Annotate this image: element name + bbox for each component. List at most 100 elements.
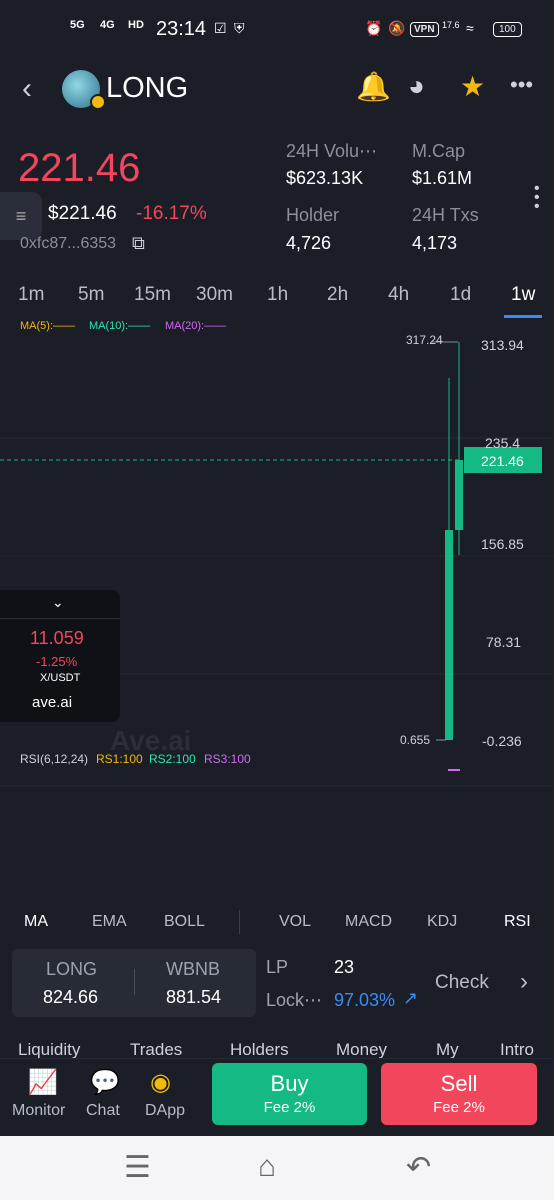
tf-1h[interactable]: 1h bbox=[267, 284, 288, 306]
holder-value: 4,726 bbox=[286, 233, 332, 253]
widget-change: -1.25% bbox=[36, 654, 78, 669]
tf-2h[interactable]: 2h bbox=[327, 284, 348, 306]
token-title: LONG bbox=[106, 72, 189, 104]
pool-separator bbox=[134, 969, 135, 995]
tf-4h[interactable]: 4h bbox=[388, 284, 409, 306]
widget-price: 11.059 bbox=[30, 628, 84, 648]
widget-brand: ave.ai bbox=[32, 694, 73, 711]
candle-1-body bbox=[445, 530, 453, 740]
external-link-icon[interactable]: ↗ bbox=[403, 988, 418, 1009]
alarm-icon: ⏰ bbox=[365, 20, 383, 36]
tab-intro[interactable]: Intro bbox=[500, 1040, 534, 1060]
vpn-badge: VPN bbox=[410, 22, 439, 37]
tf-15m[interactable]: 15m bbox=[134, 284, 171, 306]
sell-fee: Fee 2% bbox=[433, 1099, 485, 1116]
back-chevron-icon[interactable]: ‹ bbox=[22, 72, 32, 106]
ma5-legend: MA(5):—— bbox=[20, 320, 75, 332]
mcap-label: M.Cap bbox=[412, 141, 466, 161]
lock-value[interactable]: 97.03% bbox=[334, 990, 395, 1011]
divider bbox=[0, 618, 120, 619]
tab-my[interactable]: My bbox=[436, 1040, 459, 1060]
indicator-separator bbox=[239, 910, 240, 934]
recents-icon[interactable]: ☰ bbox=[124, 1150, 151, 1185]
dapp-button[interactable]: DApp bbox=[145, 1102, 185, 1120]
candle-2-body bbox=[455, 460, 463, 530]
holder-label: Holder bbox=[286, 205, 340, 225]
sell-label: Sell bbox=[440, 1071, 478, 1096]
rs1-legend: RS1:100 bbox=[96, 752, 143, 766]
ind-ema[interactable]: EMA bbox=[92, 913, 127, 931]
ind-ma[interactable]: MA bbox=[24, 913, 48, 931]
y-tick: 235.4 bbox=[485, 435, 521, 451]
ind-kdj[interactable]: KDJ bbox=[427, 913, 457, 931]
pancakeswap-icon[interactable]: ◉ bbox=[150, 1068, 171, 1097]
chat-button[interactable]: Chat bbox=[86, 1102, 120, 1120]
tf-1w[interactable]: 1w bbox=[511, 284, 535, 306]
tab-money[interactable]: Money bbox=[336, 1040, 387, 1060]
ma20-legend: MA(20):—— bbox=[165, 320, 227, 332]
monitor-icon[interactable]: 📈 bbox=[28, 1068, 58, 1097]
speedometer-icon[interactable]: ◕ bbox=[408, 70, 425, 102]
sell-button[interactable]: Sell Fee 2% bbox=[381, 1063, 537, 1125]
mcap-value: $1.61M bbox=[412, 168, 473, 188]
ind-vol[interactable]: VOL bbox=[279, 913, 311, 931]
pool-token-b: WBNB bbox=[166, 959, 220, 979]
contract-address: 0xfc87...6353 bbox=[20, 235, 117, 252]
stats-more-icon[interactable]: • • • bbox=[534, 181, 540, 215]
tf-1d[interactable]: 1d bbox=[450, 284, 471, 306]
current-price: 221.46 bbox=[18, 146, 141, 190]
lock-label: Lock⋯ bbox=[266, 990, 323, 1010]
usd-price: $221.46 bbox=[48, 203, 117, 224]
tab-holders[interactable]: Holders bbox=[230, 1040, 289, 1060]
system-nav-bar: ☰ ⌂ ↶ bbox=[0, 1136, 554, 1200]
widget-pair: X/USDT bbox=[40, 672, 81, 684]
volume-label: 24H Volu⋯ bbox=[286, 141, 378, 161]
net-5g-indicator: 5G bbox=[70, 19, 85, 31]
more-icon[interactable]: ••• bbox=[510, 72, 533, 98]
pool-token-a: LONG bbox=[46, 959, 98, 979]
lp-label: LP bbox=[266, 957, 289, 977]
tf-5m[interactable]: 5m bbox=[78, 284, 104, 306]
bnb-chain-icon bbox=[90, 94, 106, 110]
shield-icon: ⛨ bbox=[234, 20, 245, 36]
hd-indicator: HD bbox=[128, 19, 144, 31]
star-icon[interactable]: ★ bbox=[460, 70, 485, 103]
tab-trades[interactable]: Trades bbox=[130, 1040, 182, 1060]
status-time: 23:14 bbox=[156, 18, 207, 40]
bell-icon[interactable]: 🔔 bbox=[356, 70, 391, 103]
net-4g-indicator: 4G bbox=[100, 19, 115, 31]
y-tick: 156.85 bbox=[481, 536, 524, 552]
rsi-legend: RSI(6,12,24) bbox=[20, 752, 89, 766]
tf-1m[interactable]: 1m bbox=[18, 284, 44, 306]
lp-value: 23 bbox=[334, 957, 355, 977]
tab-liquidity[interactable]: Liquidity bbox=[18, 1040, 80, 1060]
buy-label: Buy bbox=[270, 1071, 309, 1096]
tf-30m[interactable]: 30m bbox=[196, 284, 233, 306]
back-icon[interactable]: ↶ bbox=[406, 1150, 431, 1185]
y-tick: -0.236 bbox=[482, 733, 522, 749]
txs-value: 4,173 bbox=[412, 233, 458, 253]
monitor-button[interactable]: Monitor bbox=[12, 1102, 65, 1120]
layers-icon[interactable]: ≡ bbox=[0, 192, 42, 240]
home-icon[interactable]: ⌂ bbox=[258, 1150, 276, 1184]
collapse-chevron-icon[interactable]: ⌄ bbox=[52, 594, 64, 611]
buy-button[interactable]: Buy Fee 2% bbox=[212, 1063, 367, 1125]
high-price-label: 317.24 bbox=[406, 333, 443, 347]
ind-boll[interactable]: BOLL bbox=[164, 913, 205, 931]
chevron-right-icon[interactable]: › bbox=[520, 968, 528, 996]
token-logo bbox=[62, 70, 106, 110]
ind-rsi[interactable]: RSI bbox=[504, 913, 531, 931]
floating-price-widget[interactable]: ⌄ 11.059 -1.25% X/USDT ave.ai bbox=[0, 590, 120, 722]
check-button[interactable]: Check bbox=[435, 972, 489, 994]
copy-icon[interactable]: ⧉ bbox=[132, 233, 145, 254]
current-price-tag-label: 221.46 bbox=[481, 453, 524, 469]
wifi-icon: ≈ bbox=[466, 20, 474, 36]
tf-active-indicator bbox=[504, 315, 542, 318]
net-speed: 17.6 bbox=[442, 20, 460, 30]
chat-icon[interactable]: 💬 bbox=[90, 1068, 120, 1097]
liquidity-pool-card: LONG 824.66 WBNB 881.54 bbox=[12, 949, 256, 1017]
volume-value: $623.13K bbox=[286, 168, 364, 188]
y-tick: 313.94 bbox=[481, 337, 524, 353]
rs3-legend: RS3:100 bbox=[204, 752, 251, 766]
ind-macd[interactable]: MACD bbox=[345, 913, 392, 931]
